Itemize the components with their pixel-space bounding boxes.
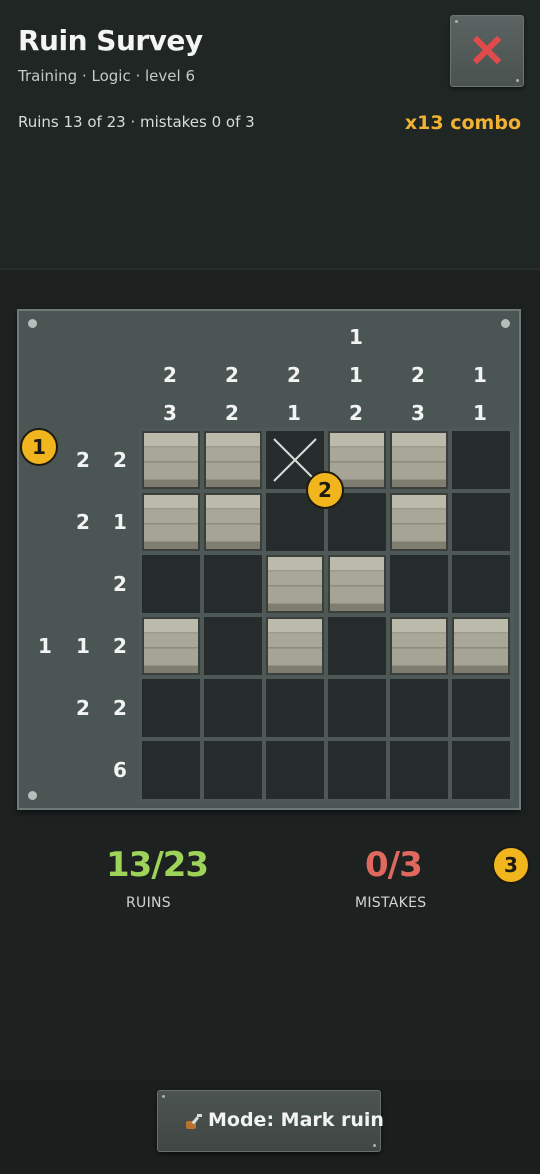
grid-cell[interactable] — [452, 741, 510, 799]
row-clue: 2 — [113, 572, 127, 596]
column-clue: 2 — [225, 363, 239, 387]
grid-cell[interactable] — [266, 555, 324, 613]
grid-cell[interactable] — [204, 617, 262, 675]
ruins-count: 13/23 — [106, 845, 209, 885]
mode-toggle-button[interactable]: Mode: Mark ruin — [157, 1090, 384, 1152]
grid-cell[interactable] — [204, 741, 262, 799]
grid-cell[interactable] — [266, 741, 324, 799]
tutorial-marker-2: 2 — [306, 471, 344, 509]
grid-cell[interactable] — [204, 431, 262, 489]
grid-cell[interactable] — [328, 555, 386, 613]
mistakes-count: 0/3 — [365, 845, 423, 885]
grid-cell[interactable] — [390, 679, 448, 737]
grid-cell[interactable] — [204, 493, 262, 551]
ruins-label: RUINS — [126, 895, 171, 911]
grid-cell[interactable] — [142, 493, 200, 551]
column-clue: 2 — [225, 401, 239, 425]
grid-cell[interactable] — [266, 679, 324, 737]
column-clue: 3 — [163, 401, 177, 425]
row-clue: 6 — [113, 758, 127, 782]
tutorial-marker-3: 3 — [492, 846, 530, 884]
grid-cell[interactable] — [142, 741, 200, 799]
column-clue: 1 — [349, 325, 363, 349]
grid-cell[interactable] — [452, 493, 510, 551]
row-clue: 1 — [38, 634, 52, 658]
grid-cell[interactable] — [390, 431, 448, 489]
grid-cell[interactable] — [142, 431, 200, 489]
row-clue: 2 — [76, 448, 90, 472]
mistakes-label: MISTAKES — [355, 895, 427, 911]
background-divider — [0, 268, 540, 270]
grid-cell[interactable] — [142, 555, 200, 613]
column-clue: 2 — [349, 401, 363, 425]
grid-cell[interactable] — [328, 617, 386, 675]
grid-cell[interactable] — [452, 555, 510, 613]
page-title: Ruin Survey — [18, 24, 203, 57]
grid-cell[interactable] — [390, 617, 448, 675]
column-clue: 1 — [473, 363, 487, 387]
grid-cell[interactable] — [328, 741, 386, 799]
row-clue: 2 — [76, 510, 90, 534]
grid-cell[interactable] — [142, 617, 200, 675]
combo-counter: x13 combo — [404, 112, 521, 134]
row-clue: 2 — [113, 448, 127, 472]
shovel-icon — [186, 1114, 202, 1129]
grid-cell[interactable] — [328, 679, 386, 737]
row-clue: 2 — [113, 634, 127, 658]
column-clue: 1 — [287, 401, 301, 425]
grid-cell[interactable] — [452, 431, 510, 489]
grid-cell[interactable] — [266, 617, 324, 675]
column-clue: 3 — [411, 401, 425, 425]
column-clue: 2 — [411, 363, 425, 387]
mode-label: Mode: Mark ruin — [208, 1109, 384, 1131]
row-clue: 1 — [76, 634, 90, 658]
tutorial-marker-1: 1 — [20, 428, 58, 466]
row-clue: 2 — [76, 696, 90, 720]
close-button[interactable] — [450, 15, 524, 87]
column-clue: 1 — [349, 363, 363, 387]
grid-cell[interactable] — [142, 679, 200, 737]
grid-cell[interactable] — [452, 617, 510, 675]
grid-cell[interactable] — [390, 741, 448, 799]
row-clue: 1 — [113, 510, 127, 534]
column-clue: 1 — [473, 401, 487, 425]
grid-cell[interactable] — [390, 493, 448, 551]
grid-cell[interactable] — [204, 679, 262, 737]
row-clue: 2 — [113, 696, 127, 720]
column-clue: 2 — [287, 363, 301, 387]
grid-cell[interactable] — [390, 555, 448, 613]
column-clue: 2 — [163, 363, 177, 387]
level-subtitle: Training · Logic · level 6 — [18, 67, 195, 85]
grid-cell[interactable] — [452, 679, 510, 737]
grid-cell[interactable] — [204, 555, 262, 613]
close-icon — [473, 36, 501, 64]
progress-status: Ruins 13 of 23 · mistakes 0 of 3 — [18, 113, 255, 131]
